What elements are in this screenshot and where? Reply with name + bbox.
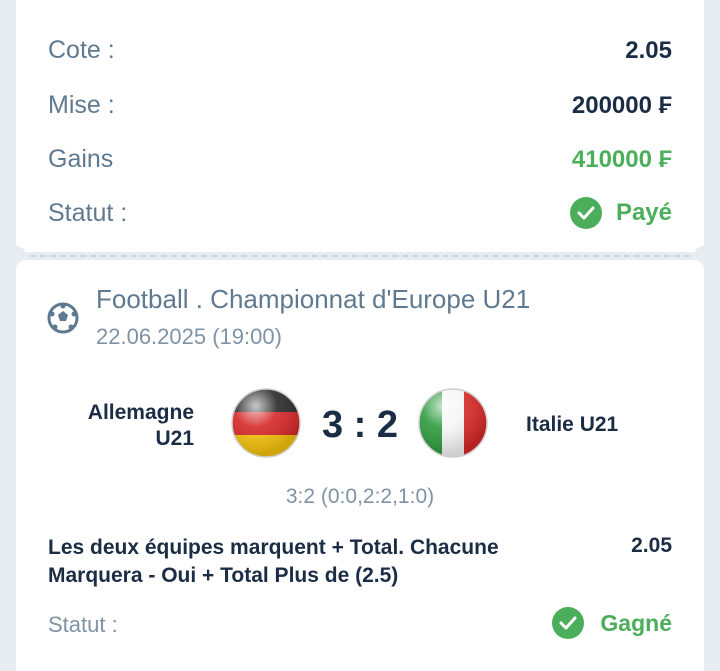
status-row: Statut : Payé [48, 193, 672, 233]
event-date: 22.06.2025 (19:00) [96, 324, 282, 349]
event-status-text: Gagné [600, 609, 672, 636]
odds-label: Cote : [48, 36, 115, 64]
odds-row: Cote : 2.05 [48, 30, 672, 70]
winnings-row: Gains 410000 ₣ [48, 139, 672, 179]
event-status-won: Gagné [552, 607, 672, 639]
italy-flag-icon [417, 387, 489, 459]
event-card: Football . Championnat d'Europe U21 22.0… [16, 260, 704, 671]
football-icon [47, 302, 79, 334]
bet-odds: 2.05 [631, 534, 672, 557]
bet-description: Les deux équipes marquent + Total. Chacu… [48, 534, 548, 590]
bet-summary-card: Cote : 2.05 Mise : 200000 ₣ Gains 410000… [16, 0, 704, 252]
bet-description-line2: Marquera - Oui + Total Plus de (2.5) [48, 564, 399, 587]
away-team: Italie U21 [526, 413, 619, 436]
winnings-label: Gains [48, 145, 114, 173]
bet-description-line1: Les deux équipes marquent + Total. Chacu… [48, 536, 499, 559]
home-team-suffix: U21 [155, 427, 194, 450]
league-title: Football . Championnat d'Europe U21 [96, 284, 531, 314]
status-paid: Payé [569, 197, 672, 229]
ticket-divider [30, 255, 690, 257]
score-detail: 3:2 (0:0,2:2,1:0) [285, 485, 435, 508]
match-score: 3 : 2 [321, 404, 399, 446]
status-paid-text: Payé [615, 199, 672, 226]
event-status-label: Statut : [48, 612, 118, 637]
stake-row: Mise : 200000 ₣ [48, 85, 672, 125]
home-team-name: Allemagne [87, 401, 194, 424]
germany-flag-icon [230, 387, 302, 459]
status-label: Statut : [48, 199, 128, 227]
stake-label: Mise : [48, 91, 115, 119]
winnings-value: 410000 ₣ [571, 146, 672, 173]
check-circle-icon [569, 197, 602, 229]
check-circle-icon [552, 607, 585, 639]
stake-value: 200000 ₣ [571, 92, 672, 119]
odds-value: 2.05 [625, 37, 672, 64]
home-team: Allemagne U21 [56, 400, 194, 452]
